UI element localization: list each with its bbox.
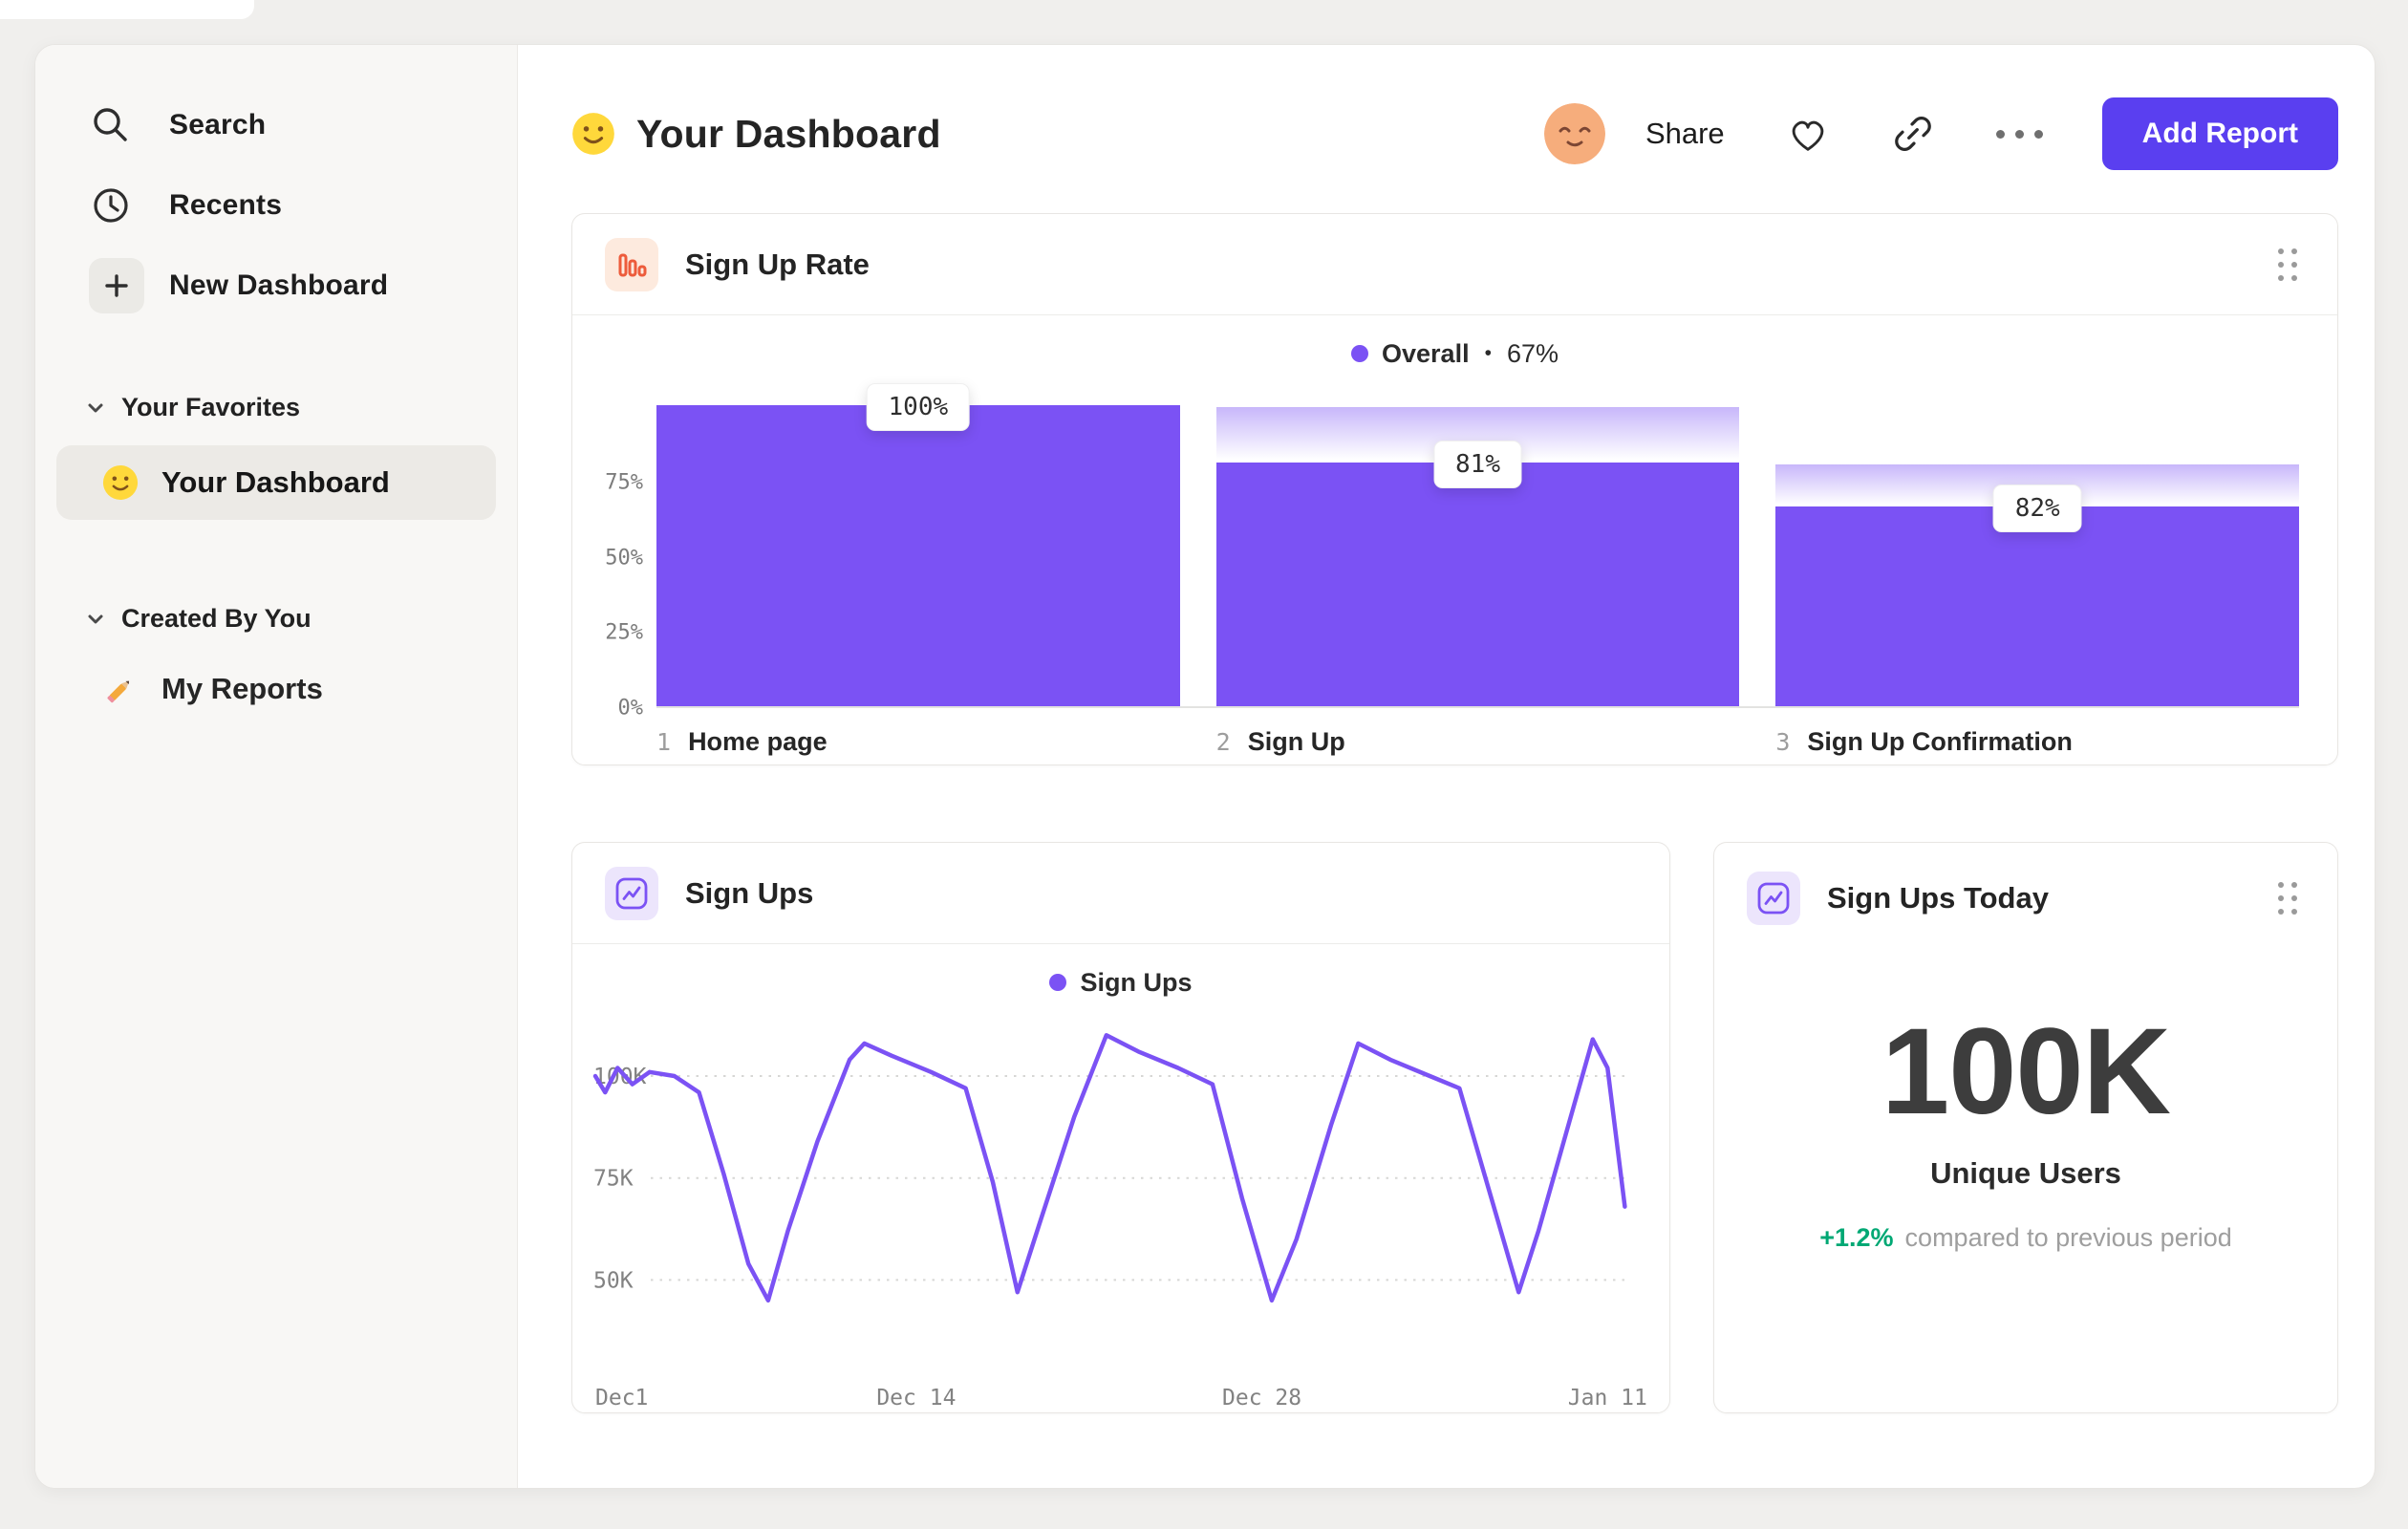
app-window: Search Recents New Dashboard Your Favori… (34, 44, 2376, 1489)
sign-ups-card: Sign Ups Sign Ups 100K 75K 50K Dec1 Dec 14 De… (571, 842, 1670, 1413)
sidebar-item-label: Your Dashboard (161, 465, 390, 499)
card-title: Sign Up Rate (685, 247, 870, 281)
sidebar-item-search[interactable]: Search (56, 85, 496, 165)
sidebar: Search Recents New Dashboard Your Favori… (35, 45, 518, 1488)
funnel-ytick-label: 75% (605, 470, 643, 495)
add-report-button[interactable]: Add Report (2101, 97, 2338, 170)
line-legend: Sign Ups (572, 967, 1669, 998)
y-axis-tick-label: 50K (593, 1268, 634, 1293)
chevron-down-icon (85, 398, 106, 419)
sidebar-item-your-dashboard[interactable]: Your Dashboard (56, 445, 496, 520)
plus-icon (89, 258, 144, 313)
sign-ups-series-line (592, 1033, 1627, 1303)
funnel-ytick-label: 0% (617, 696, 644, 721)
avatar[interactable] (1543, 103, 1605, 164)
legend-dot (1351, 345, 1369, 362)
sign-up-rate-card: Sign Up Rate Overall • 67% 75% 50% 25% 0% 1… (571, 213, 2338, 765)
drag-handle-icon[interactable] (2270, 241, 2305, 289)
sidebar-item-recents[interactable]: Recents (56, 165, 496, 246)
dashboard-grid: Sign Up Rate Overall • 67% 75% 50% 25% 0% 1… (518, 213, 2375, 1413)
created-by-you-section-header[interactable]: Created By You (85, 604, 496, 634)
funnel-bar-column[interactable]: 100% (656, 383, 1180, 706)
sidebar-item-label: Recents (169, 189, 283, 221)
funnel-ytick-label: 50% (605, 546, 643, 570)
x-axis-tick-label: Dec 14 (876, 1386, 956, 1411)
funnel-y-axis: 75% 50% 25% 0% (593, 407, 656, 720)
more-options-icon[interactable] (1995, 129, 2043, 139)
funnel-plot[interactable]: 100% 81% 82% (656, 383, 2300, 708)
funnel-step-index: 3 (1775, 728, 1791, 756)
funnel-legend: Overall • 67% (572, 338, 2337, 369)
funnel-x-labels: 1 Home page 2 Sign Up 3 Sign Up Confirmation (656, 708, 2299, 757)
favorite-heart-icon[interactable] (1786, 112, 1830, 156)
card-title: Sign Ups (685, 875, 814, 910)
search-icon (89, 103, 133, 147)
funnel-bar-fill (1775, 506, 2300, 706)
drag-handle-icon[interactable] (2270, 874, 2305, 922)
funnel-step-label: 1 Home page (656, 727, 1180, 757)
big-number-label: Unique Users (1930, 1156, 2121, 1190)
funnel-step-name: Sign Up Confirmation (1807, 727, 2073, 756)
line-chart-report-icon (1747, 872, 1800, 925)
sidebar-item-new-dashboard[interactable]: New Dashboard (56, 246, 496, 326)
line-chart-report-icon (605, 866, 658, 920)
funnel-bar-fill (1215, 462, 1740, 706)
card-title: Sign Ups Today (1827, 881, 2049, 915)
legend-series-name: Overall (1382, 338, 1470, 368)
background-window-edge (0, 0, 254, 19)
copy-link-icon[interactable] (1891, 112, 1935, 156)
legend-value: 67% (1506, 338, 1559, 368)
header-actions: Share Add Report (1543, 97, 2338, 170)
sidebar-item-label: New Dashboard (169, 269, 389, 301)
bar-value-label: 81% (1433, 440, 1522, 488)
x-axis-tick-label: Jan 11 (1568, 1386, 1647, 1411)
funnel-bar-fill (656, 405, 1180, 706)
section-title: Your Favorites (121, 393, 301, 421)
funnel-step-index: 2 (1215, 728, 1231, 756)
funnel-step-label: 3 Sign Up Confirmation (1775, 727, 2299, 757)
legend-separator: • (1484, 342, 1492, 364)
share-button[interactable]: Share (1645, 117, 1725, 151)
smiley-emoji-icon (571, 112, 615, 156)
funnel-report-icon (605, 237, 658, 291)
sign-ups-line-chart[interactable]: 100K75K50KDec1 Dec 14 Dec 28 Jan 11 (590, 1007, 1650, 1412)
bar-value-label: 82% (1992, 484, 2082, 532)
x-axis-tick-label: Dec1 (595, 1386, 648, 1411)
section-title: Created By You (121, 604, 312, 633)
main-area: Your Dashboard Share Add Report Sign Up … (518, 45, 2375, 1488)
bar-value-label: 100% (866, 383, 971, 431)
smiley-emoji-icon (102, 464, 139, 501)
card-header: Sign Ups (572, 843, 1669, 944)
recents-clock-icon (89, 183, 133, 227)
delta-row: +1.2% compared to previous period (1714, 1223, 2337, 1253)
funnel-bar-column[interactable]: 82% (1775, 407, 2300, 706)
x-axis-tick-label: Dec 28 (1222, 1386, 1301, 1411)
funnel-chart: 75% 50% 25% 0% 100% 81% 82% (593, 383, 2300, 721)
favorites-section-header[interactable]: Your Favorites (85, 393, 496, 422)
delta-badge: +1.2% (1819, 1223, 1894, 1252)
funnel-step-name: Home page (688, 727, 828, 756)
card-header: Sign Ups Today (1714, 843, 2337, 954)
funnel-step-index: 1 (656, 728, 672, 756)
funnel-step-label: 2 Sign Up (1216, 727, 1740, 757)
funnel-bar-column[interactable]: 81% (1215, 407, 1740, 706)
funnel-ytick-label: 25% (605, 620, 643, 645)
legend-series-name: Sign Ups (1080, 967, 1193, 997)
legend-dot (1049, 974, 1067, 991)
sidebar-item-label: Search (169, 109, 267, 140)
big-number-value: 100K (1881, 1003, 2171, 1140)
desktop-background: Search Recents New Dashboard Your Favori… (0, 0, 2408, 1529)
dashboard-header: Your Dashboard Share Add Report (518, 45, 2375, 213)
page-title: Your Dashboard (636, 111, 941, 156)
pencil-emoji-icon (102, 671, 139, 707)
delta-caption: compared to previous period (1904, 1223, 2232, 1252)
sign-ups-today-card: Sign Ups Today 100K Unique Users +1.2% co… (1713, 842, 2338, 1413)
sidebar-item-label: My Reports (161, 672, 323, 705)
y-axis-tick-label: 75K (593, 1167, 634, 1192)
chevron-down-icon (85, 609, 106, 630)
funnel-step-name: Sign Up (1247, 727, 1345, 756)
card-header: Sign Up Rate (572, 214, 2337, 315)
sidebar-item-my-reports[interactable]: My Reports (56, 660, 496, 718)
